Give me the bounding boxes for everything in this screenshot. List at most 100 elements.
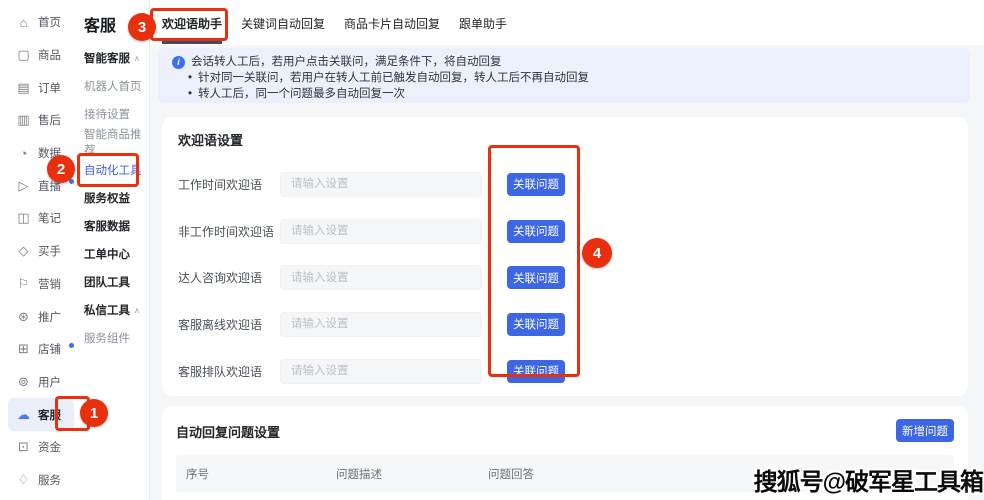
field-label: 达人咨询欢迎语 bbox=[178, 269, 280, 286]
product-icon: ▢ bbox=[16, 47, 31, 63]
sidebar-item-label: 首页 bbox=[38, 14, 61, 30]
annotation-step-2-badge: 2 bbox=[47, 155, 75, 183]
work-hours-greeting-input[interactable] bbox=[280, 172, 482, 197]
notification-dot bbox=[69, 179, 74, 184]
shop-icon: ⊞ bbox=[16, 341, 31, 357]
main-area: 欢迎语助手 关键词自动回复 商品卡片自动回复 跟单助手 i 会话转人工后，若用户点… bbox=[150, 0, 984, 500]
sidebar-item-promotion[interactable]: ⊛ 推广 bbox=[0, 300, 78, 333]
queue-greeting-input[interactable] bbox=[280, 359, 482, 384]
sidebar-item-label: 商品 bbox=[38, 47, 61, 63]
tab-order-follow-assistant[interactable]: 跟单助手 bbox=[459, 0, 507, 44]
sidebar-item-label: 营销 bbox=[38, 276, 61, 292]
offline-greeting-input[interactable] bbox=[280, 312, 482, 337]
sidebar-item-notes[interactable]: ◫ 笔记 bbox=[0, 202, 78, 235]
tab-bar: 欢迎语助手 关键词自动回复 商品卡片自动回复 跟单助手 bbox=[150, 0, 984, 45]
app-window: ⌂首页 ▢商品 ▤订单 ▥售后 ◔数据 ▷直播 ◫笔记 ◇买手 ⚐营销 ⊛推广 … bbox=[0, 0, 984, 500]
form-row-influencer: 达人咨询欢迎语 关联问题 bbox=[178, 254, 952, 301]
menu-item-robot-home[interactable]: 机器人首页 bbox=[84, 72, 149, 100]
field-label: 工作时间欢迎语 bbox=[178, 176, 280, 193]
primary-sidebar: ⌂首页 ▢商品 ▤订单 ▥售后 ◔数据 ▷直播 ◫笔记 ◇买手 ⚐营销 ⊛推广 … bbox=[0, 0, 78, 500]
info-icon: i bbox=[172, 56, 185, 69]
influencer-greeting-input[interactable] bbox=[280, 265, 482, 290]
sidebar-item-product[interactable]: ▢ 商品 bbox=[0, 39, 78, 72]
aftersale-icon: ▥ bbox=[16, 112, 31, 128]
data-icon: ◔ bbox=[16, 146, 31, 161]
notes-icon: ◫ bbox=[16, 210, 31, 226]
promotion-icon: ⊛ bbox=[16, 309, 31, 325]
link-question-button[interactable]: 关联问题 bbox=[507, 360, 565, 383]
watermark-text: 搜狐号@破军星工具箱 bbox=[754, 462, 983, 497]
link-question-button[interactable]: 关联问题 bbox=[507, 220, 565, 243]
info-banner: i 会话转人工后，若用户点击关联问，满足条件下，将自动回复 针对同一关联问，若用户… bbox=[158, 48, 970, 103]
menu-item-ticket-center[interactable]: 工单中心 bbox=[84, 240, 149, 268]
menu-item-smart-product-recommend[interactable]: 智能商品推荐 bbox=[84, 128, 149, 156]
marketing-icon: ⚐ bbox=[16, 276, 31, 292]
field-label: 非工作时间欢迎语 bbox=[178, 223, 280, 240]
banner-bullet: 针对同一关联问，若用户在转人工前已触发自动回复，转人工后不再自动回复 bbox=[172, 70, 956, 86]
sidebar-item-aftersale[interactable]: ▥ 售后 bbox=[0, 104, 78, 137]
tab-keyword-autoreply[interactable]: 关键词自动回复 bbox=[241, 0, 325, 44]
form-row-work-hours: 工作时间欢迎语 关联问题 bbox=[178, 161, 952, 208]
sidebar-item-customer-service[interactable]: ☁ 客服 bbox=[8, 398, 74, 431]
form-row-nonwork-hours: 非工作时间欢迎语 关联问题 bbox=[178, 208, 952, 255]
home-icon: ⌂ bbox=[16, 15, 31, 30]
link-question-button[interactable]: 关联问题 bbox=[507, 313, 565, 336]
sidebar-item-shop[interactable]: ⊞ 店铺 bbox=[0, 333, 78, 366]
sidebar-item-label: 订单 bbox=[38, 80, 61, 96]
column-header-answer: 问题回答 bbox=[488, 466, 784, 482]
welcome-settings-title: 欢迎语设置 bbox=[178, 130, 952, 148]
menu-item-smart-service[interactable]: 智能客服 bbox=[84, 44, 149, 72]
sidebar-item-label: 服务 bbox=[38, 472, 61, 488]
menu-item-team-tools[interactable]: 团队工具 bbox=[84, 268, 149, 296]
column-header-description: 问题描述 bbox=[336, 466, 488, 482]
sidebar-item-label: 用户 bbox=[38, 374, 61, 390]
annotation-step-4-badge: 4 bbox=[582, 238, 612, 268]
sidebar-item-funds[interactable]: ⊡资金 bbox=[0, 431, 78, 464]
welcome-settings-card: 欢迎语设置 工作时间欢迎语 关联问题 非工作时间欢迎语 关联问题 达人咨询欢迎语 bbox=[162, 117, 968, 396]
menu-item-service-components[interactable]: 服务组件 bbox=[84, 324, 149, 352]
sidebar-item-label: 笔记 bbox=[38, 210, 61, 226]
autoreply-question-title: 自动回复问题设置 bbox=[176, 422, 280, 440]
sidebar-item-order[interactable]: ▤ 订单 bbox=[0, 71, 78, 104]
menu-item-service-data[interactable]: 客服数据 bbox=[84, 212, 149, 240]
link-question-button[interactable]: 关联问题 bbox=[507, 173, 565, 196]
add-question-button[interactable]: 新增问题 bbox=[896, 419, 954, 442]
sidebar-item-home[interactable]: ⌂ 首页 bbox=[0, 6, 78, 39]
sidebar-item-label: 客服 bbox=[38, 407, 61, 423]
sidebar-item-label: 买手 bbox=[38, 243, 61, 259]
buyer-icon: ◇ bbox=[16, 243, 31, 259]
annotation-step-1-badge: 1 bbox=[80, 399, 108, 427]
banner-line1: 会话转人工后，若用户点击关联问，满足条件下，将自动回复 bbox=[191, 54, 502, 70]
live-icon: ▷ bbox=[16, 178, 31, 194]
notification-dot bbox=[69, 343, 74, 348]
tab-product-card-autoreply[interactable]: 商品卡片自动回复 bbox=[344, 0, 440, 44]
link-question-button[interactable]: 关联问题 bbox=[507, 266, 565, 289]
welcome-settings-form: 工作时间欢迎语 关联问题 非工作时间欢迎语 关联问题 达人咨询欢迎语 关联问题 bbox=[178, 161, 952, 394]
sidebar-item-users[interactable]: ⊚ 用户 bbox=[0, 366, 78, 399]
content-area: i 会话转人工后，若用户点击关联问，满足条件下，将自动回复 针对同一关联问，若用户… bbox=[150, 45, 984, 500]
menu-item-dm-tools[interactable]: 私信工具 bbox=[84, 296, 149, 324]
nonwork-hours-greeting-input[interactable] bbox=[280, 219, 482, 244]
menu-item-reception-settings[interactable]: 接待设置 bbox=[84, 100, 149, 128]
form-row-offline: 客服离线欢迎语 关联问题 bbox=[178, 301, 952, 348]
tab-welcome-assistant[interactable]: 欢迎语助手 bbox=[162, 0, 222, 44]
banner-bullet: 转人工后，同一个问题最多自动回复一次 bbox=[172, 86, 956, 102]
sidebar-item-service[interactable]: ♢ 服务 bbox=[0, 464, 78, 497]
sidebar-item-label: 店铺 bbox=[38, 341, 61, 357]
service-tag-icon: ♢ bbox=[16, 472, 31, 488]
sidebar-item-label: 资金 bbox=[38, 439, 61, 455]
users-icon: ⊚ bbox=[16, 374, 31, 390]
sidebar-item-buyer[interactable]: ◇ 买手 bbox=[0, 235, 78, 268]
order-icon: ▤ bbox=[16, 80, 31, 96]
menu-item-service-rights[interactable]: 服务权益 bbox=[84, 184, 149, 212]
field-label: 客服排队欢迎语 bbox=[178, 363, 280, 380]
customer-service-icon: ☁ bbox=[16, 407, 31, 423]
menu-item-automation-tools[interactable]: 自动化工具 bbox=[84, 156, 149, 184]
column-header-index: 序号 bbox=[186, 466, 336, 482]
form-row-queue: 客服排队欢迎语 关联问题 bbox=[178, 348, 952, 395]
sidebar-item-marketing[interactable]: ⚐ 营销 bbox=[0, 268, 78, 301]
field-label: 客服离线欢迎语 bbox=[178, 316, 280, 333]
annotation-step-3-badge: 3 bbox=[128, 13, 156, 41]
sidebar-item-label: 推广 bbox=[38, 309, 61, 325]
sidebar-item-label: 售后 bbox=[38, 112, 61, 128]
